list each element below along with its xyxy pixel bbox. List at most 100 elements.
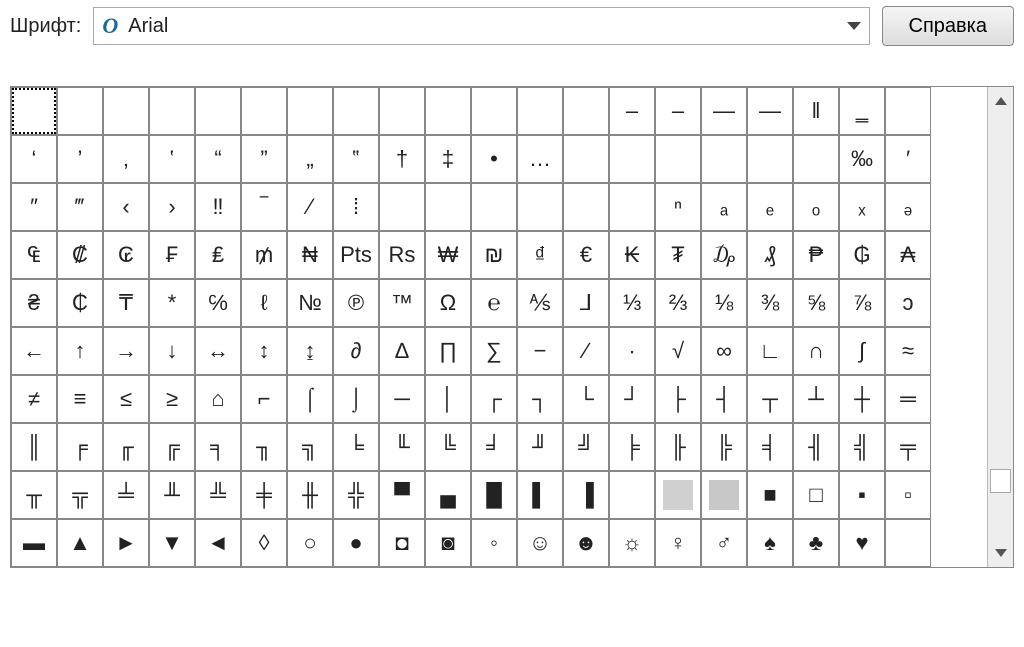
char-cell[interactable]: ₠: [11, 231, 57, 279]
char-cell[interactable]: *: [149, 279, 195, 327]
char-cell[interactable]: ╞: [609, 423, 655, 471]
char-cell[interactable]: ₪: [471, 231, 517, 279]
char-cell[interactable]: ₢: [103, 231, 149, 279]
char-cell[interactable]: ⌂: [195, 375, 241, 423]
char-cell[interactable]: □: [793, 471, 839, 519]
char-cell[interactable]: ╘: [333, 423, 379, 471]
char-cell[interactable]: ₡: [57, 231, 103, 279]
scroll-up-button[interactable]: [988, 87, 1013, 115]
char-cell[interactable]: ♥: [839, 519, 885, 567]
char-cell[interactable]: ◊: [241, 519, 287, 567]
char-cell[interactable]: ₰: [747, 231, 793, 279]
char-cell[interactable]: [609, 135, 655, 183]
char-cell[interactable]: ∩: [793, 327, 839, 375]
char-cell[interactable]: —: [701, 87, 747, 135]
char-cell[interactable]: [701, 471, 747, 519]
char-cell[interactable]: ₴: [11, 279, 57, 327]
char-cell[interactable]: ═: [885, 375, 931, 423]
char-cell[interactable]: ↓: [149, 327, 195, 375]
char-cell[interactable]: ™: [379, 279, 425, 327]
char-cell[interactable]: ₵: [57, 279, 103, 327]
char-cell[interactable]: ╩: [195, 471, 241, 519]
char-cell[interactable]: ┘: [609, 375, 655, 423]
char-cell[interactable]: ╕: [195, 423, 241, 471]
char-cell[interactable]: №: [287, 279, 333, 327]
char-cell[interactable]: [241, 87, 287, 135]
char-cell[interactable]: [793, 135, 839, 183]
char-cell[interactable]: ‟: [333, 135, 379, 183]
char-cell[interactable]: ↨: [287, 327, 333, 375]
char-cell[interactable]: ↑: [57, 327, 103, 375]
char-cell[interactable]: ○: [287, 519, 333, 567]
char-cell[interactable]: ╦: [57, 471, 103, 519]
char-cell[interactable]: [563, 183, 609, 231]
char-cell[interactable]: ₔ: [885, 183, 931, 231]
char-cell[interactable]: ◦: [471, 519, 517, 567]
char-cell[interactable]: ◘: [379, 519, 425, 567]
char-cell[interactable]: ‘: [11, 135, 57, 183]
char-cell[interactable]: ┼: [839, 375, 885, 423]
char-cell[interactable]: ⅛: [701, 279, 747, 327]
char-cell[interactable]: ╣: [839, 423, 885, 471]
char-cell[interactable]: ▲: [57, 519, 103, 567]
char-cell[interactable]: €: [563, 231, 609, 279]
char-cell[interactable]: ╚: [425, 423, 471, 471]
char-cell[interactable]: ─: [379, 375, 425, 423]
char-cell[interactable]: ╨: [149, 471, 195, 519]
char-cell[interactable]: ↔: [195, 327, 241, 375]
char-cell[interactable]: [609, 183, 655, 231]
char-cell[interactable]: …: [517, 135, 563, 183]
char-cell[interactable]: ◙: [425, 519, 471, 567]
char-cell[interactable]: [701, 135, 747, 183]
scroll-down-button[interactable]: [988, 539, 1013, 567]
char-cell[interactable]: ╟: [655, 423, 701, 471]
char-cell[interactable]: [563, 135, 609, 183]
char-cell[interactable]: ▀: [379, 471, 425, 519]
char-cell[interactable]: [149, 87, 195, 135]
char-cell[interactable]: [471, 87, 517, 135]
char-cell[interactable]: ∆: [379, 327, 425, 375]
char-cell[interactable]: ′: [885, 135, 931, 183]
char-cell[interactable]: ₓ: [839, 183, 885, 231]
scroll-thumb[interactable]: [990, 469, 1011, 493]
char-cell[interactable]: [103, 87, 149, 135]
char-cell[interactable]: ∑: [471, 327, 517, 375]
char-cell[interactable]: ╝: [563, 423, 609, 471]
char-cell[interactable]: ⁞: [333, 183, 379, 231]
char-cell[interactable]: ₩: [425, 231, 471, 279]
char-cell[interactable]: ↄ: [885, 279, 931, 327]
char-cell[interactable]: ₫: [517, 231, 563, 279]
char-cell[interactable]: ♣: [793, 519, 839, 567]
char-cell[interactable]: ₒ: [793, 183, 839, 231]
scroll-track[interactable]: [988, 115, 1013, 539]
char-cell[interactable]: [885, 519, 931, 567]
char-cell[interactable]: ☻: [563, 519, 609, 567]
char-cell[interactable]: ⌠: [287, 375, 333, 423]
char-cell[interactable]: ♀: [655, 519, 701, 567]
char-cell[interactable]: •: [471, 135, 517, 183]
char-cell[interactable]: ”: [241, 135, 287, 183]
char-cell[interactable]: ♠: [747, 519, 793, 567]
char-cell[interactable]: ∂: [333, 327, 379, 375]
char-cell[interactable]: ╬: [333, 471, 379, 519]
char-cell[interactable]: [287, 87, 333, 135]
char-cell[interactable]: ₤: [195, 231, 241, 279]
char-cell[interactable]: ▌: [517, 471, 563, 519]
char-cell[interactable]: ≠: [11, 375, 57, 423]
char-cell[interactable]: ℅: [195, 279, 241, 327]
char-cell[interactable]: ╧: [103, 471, 149, 519]
char-cell[interactable]: ┌: [471, 375, 517, 423]
char-cell[interactable]: [425, 183, 471, 231]
char-cell[interactable]: ₣: [149, 231, 195, 279]
char-cell[interactable]: ⁿ: [655, 183, 701, 231]
char-cell[interactable]: ₸: [103, 279, 149, 327]
char-cell[interactable]: ›: [149, 183, 195, 231]
char-cell[interactable]: [195, 87, 241, 135]
char-cell[interactable]: ☺: [517, 519, 563, 567]
char-cell[interactable]: ╖: [241, 423, 287, 471]
char-cell[interactable]: ‴: [57, 183, 103, 231]
char-cell[interactable]: Pts: [333, 231, 379, 279]
char-cell[interactable]: [609, 471, 655, 519]
char-cell[interactable]: ▄: [425, 471, 471, 519]
char-cell[interactable]: ▬: [11, 519, 57, 567]
